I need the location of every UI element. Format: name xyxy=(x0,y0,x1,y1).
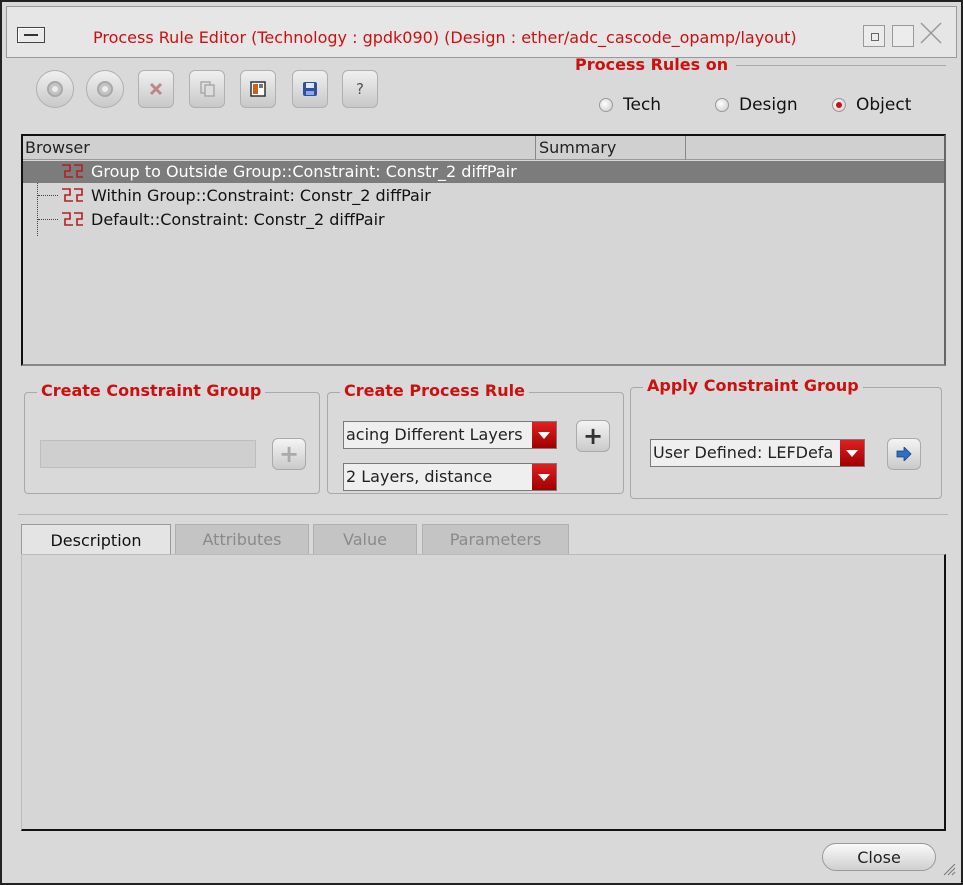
radio-object-label: Object xyxy=(856,95,912,115)
create-process-rule-panel: Create Process Rule acing Different Laye… xyxy=(327,381,624,494)
resize-grip-icon[interactable] xyxy=(942,862,956,876)
status-bar xyxy=(21,838,946,874)
tab-value[interactable]: Value xyxy=(313,524,417,554)
constraint-group-name-input[interactable] xyxy=(40,440,256,468)
add-constraint-group-button[interactable]: + xyxy=(272,438,306,470)
window-menu-icon[interactable] xyxy=(17,27,45,43)
apply-constraint-group-panel: Apply Constraint Group User Defined: LEF… xyxy=(630,376,942,499)
plus-icon: + xyxy=(278,440,300,468)
tree-row-label: Within Group::Constraint: Constr_2 diffP… xyxy=(91,186,431,205)
constraint-icon xyxy=(62,212,83,226)
constraint-icon xyxy=(62,188,83,202)
dropdown-arrow-icon xyxy=(840,440,864,466)
save-button[interactable] xyxy=(292,70,328,108)
column-divider[interactable] xyxy=(535,136,536,160)
radio-design-label: Design xyxy=(739,95,798,115)
column-divider[interactable] xyxy=(685,136,686,160)
apply-constraint-group-button[interactable] xyxy=(887,438,921,470)
open-icon xyxy=(250,81,266,97)
help-icon: ? xyxy=(356,80,364,98)
description-panel xyxy=(21,554,946,831)
tab-description[interactable]: Description xyxy=(21,524,171,556)
help-button[interactable]: ? xyxy=(342,70,378,108)
constraint-icon xyxy=(62,164,83,178)
radio-object[interactable]: Object xyxy=(832,95,911,115)
constraint-group-value: User Defined: LEFDefa xyxy=(653,443,834,462)
tree-row[interactable]: Within Group::Constraint: Constr_2 diffP… xyxy=(23,185,944,207)
tree-row[interactable]: Default::Constraint: Constr_2 diffPair xyxy=(23,209,944,231)
arrow-right-icon xyxy=(896,447,912,461)
browser-header: Browser Summary xyxy=(23,136,944,160)
column-header-summary[interactable]: Summary xyxy=(539,138,616,157)
create-constraint-group-panel: Create Constraint Group + xyxy=(24,381,320,494)
process-rule-type-select[interactable]: 2 Layers, distance xyxy=(343,463,557,491)
plus-icon: + xyxy=(582,422,604,450)
radio-selected-icon xyxy=(832,98,846,112)
gear-icon xyxy=(97,81,113,97)
toolbar-button-2[interactable] xyxy=(86,70,124,108)
radio-icon xyxy=(599,98,613,112)
add-process-rule-button[interactable]: + xyxy=(576,420,610,452)
dropdown-arrow-icon xyxy=(532,422,556,448)
process-rule-value: acing Different Layers xyxy=(346,425,523,444)
maximize-button[interactable] xyxy=(892,25,914,47)
close-button[interactable]: Close xyxy=(822,843,936,871)
delete-icon xyxy=(149,82,163,96)
browser-tree[interactable]: Browser Summary Group to Outside Group::… xyxy=(21,134,946,366)
process-rule-select[interactable]: acing Different Layers xyxy=(343,421,557,449)
process-rule-editor-window: Process Rule Editor (Technology : gpdk09… xyxy=(0,0,963,885)
save-icon xyxy=(303,82,317,96)
copy-icon xyxy=(200,81,215,97)
title-bar: Process Rule Editor (Technology : gpdk09… xyxy=(6,6,957,58)
constraint-group-select[interactable]: User Defined: LEFDefa xyxy=(650,439,865,467)
process-rules-on-label: Process Rules on xyxy=(575,55,729,74)
create-process-rule-title: Create Process Rule xyxy=(340,381,529,400)
tree-row[interactable]: Group to Outside Group::Constraint: Cons… xyxy=(23,161,944,183)
delete-button[interactable] xyxy=(138,70,174,108)
radio-design[interactable]: Design xyxy=(715,95,798,115)
toolbar-button-1[interactable] xyxy=(36,70,74,108)
gear-icon xyxy=(47,81,63,97)
process-rule-type-value: 2 Layers, distance xyxy=(346,467,493,486)
divider xyxy=(736,65,946,66)
tab-parameters[interactable]: Parameters xyxy=(422,524,569,554)
close-icon xyxy=(920,22,942,44)
radio-tech[interactable]: Tech xyxy=(599,95,661,115)
minimize-button[interactable] xyxy=(863,25,885,47)
copy-button[interactable] xyxy=(189,70,225,108)
tree-row-label: Group to Outside Group::Constraint: Cons… xyxy=(91,162,517,181)
radio-tech-label: Tech xyxy=(623,95,662,115)
create-constraint-group-title: Create Constraint Group xyxy=(37,381,266,400)
dropdown-arrow-icon xyxy=(532,464,556,490)
tab-attributes[interactable]: Attributes xyxy=(175,524,309,554)
column-header-browser[interactable]: Browser xyxy=(25,138,90,157)
apply-constraint-group-title: Apply Constraint Group xyxy=(643,376,863,395)
close-window-button[interactable] xyxy=(919,21,942,44)
open-button[interactable] xyxy=(240,70,276,108)
radio-icon xyxy=(715,98,729,112)
window-title: Process Rule Editor (Technology : gpdk09… xyxy=(93,28,797,47)
divider xyxy=(18,514,948,515)
tree-row-label: Default::Constraint: Constr_2 diffPair xyxy=(91,210,385,229)
